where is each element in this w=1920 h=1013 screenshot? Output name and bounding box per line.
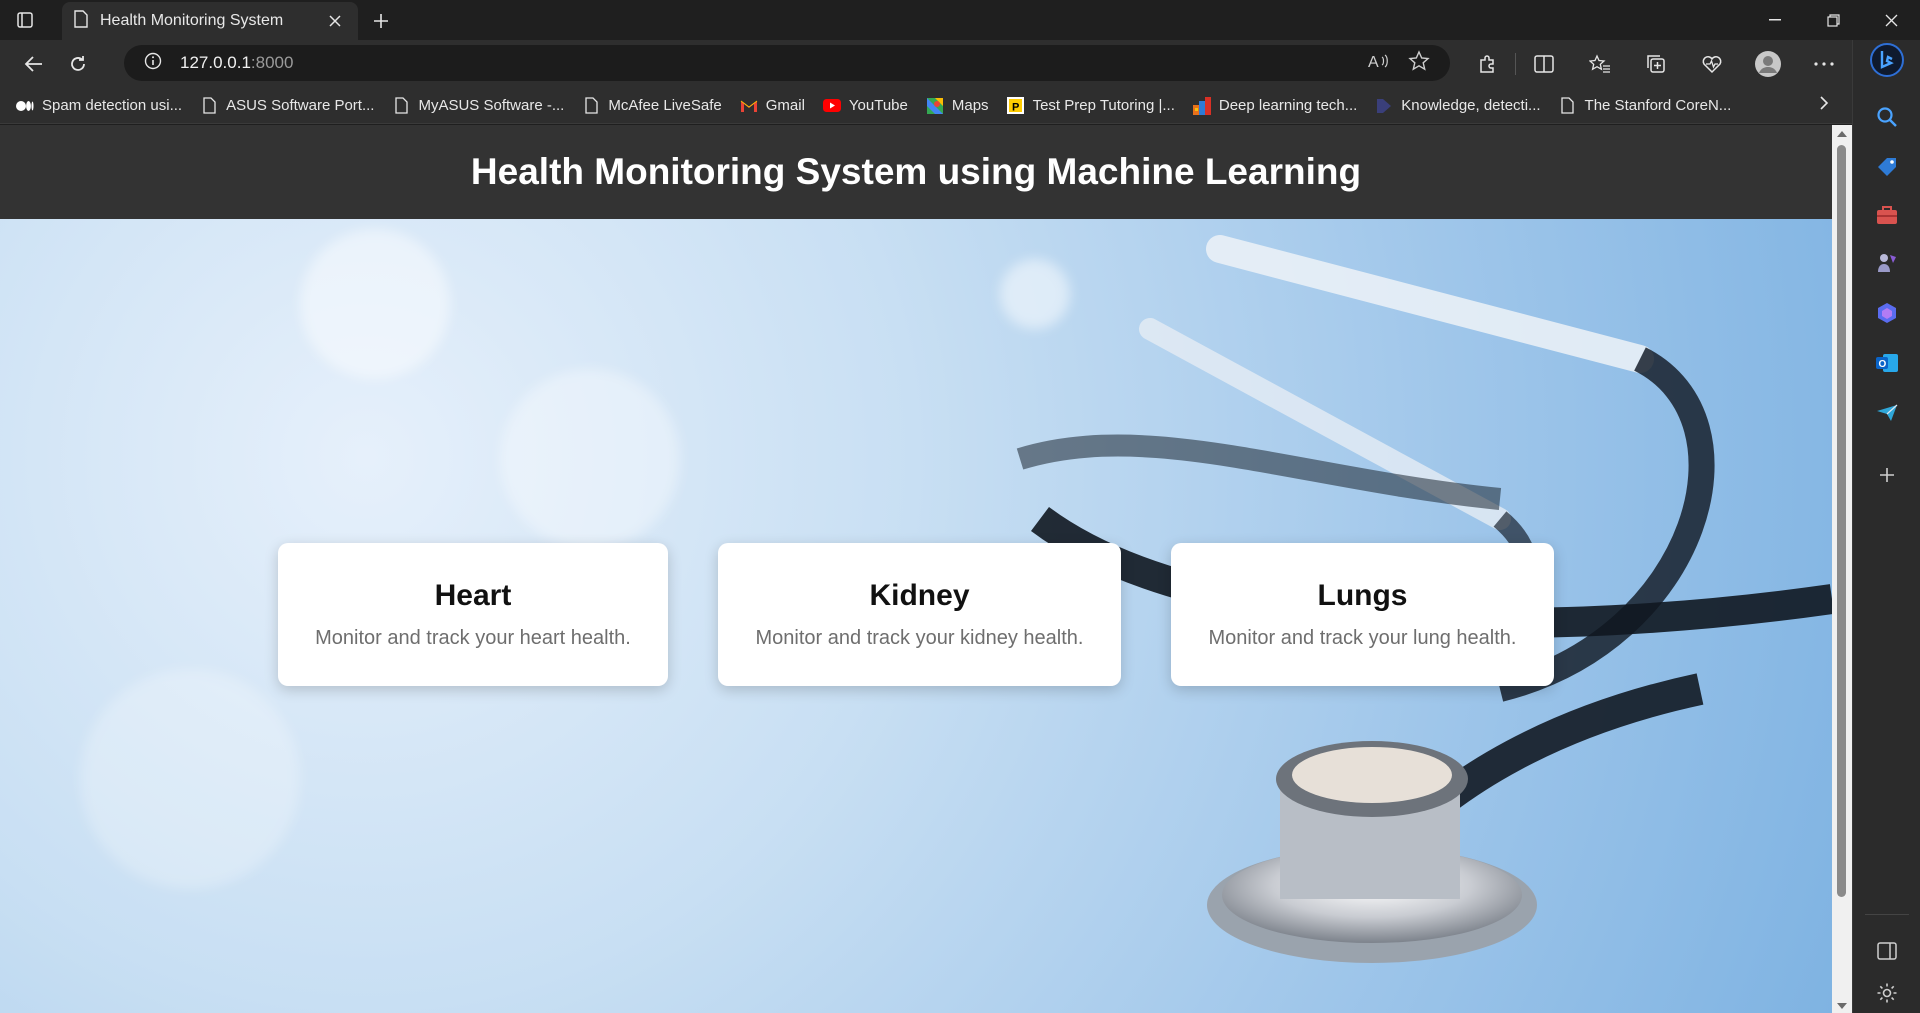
- browser-window: Health Monitoring System 127.0.0.1:8000: [0, 0, 1920, 1013]
- bookmark-label: MyASUS Software -...: [418, 97, 565, 114]
- svg-text:A: A: [1368, 54, 1379, 70]
- bookmark-label: Gmail: [765, 97, 805, 114]
- page-icon: [582, 97, 600, 115]
- bookmark-label: Knowledge, detecti...: [1401, 97, 1541, 114]
- card-kidney[interactable]: Kidney Monitor and track your kidney hea…: [718, 543, 1121, 686]
- bookmark-label: The Stanford CoreN...: [1584, 97, 1732, 114]
- tab-actions-icon[interactable]: [0, 0, 50, 40]
- maps-icon: [926, 97, 944, 115]
- page-icon: [200, 97, 218, 115]
- url-host: 127.0.0.1: [180, 53, 251, 72]
- scroll-up-arrow-icon[interactable]: [1837, 131, 1847, 137]
- minimize-button[interactable]: [1746, 0, 1804, 40]
- games-icon[interactable]: [1870, 246, 1904, 280]
- toolbar: 127.0.0.1:8000 A: [0, 40, 1852, 88]
- tools-briefcase-icon[interactable]: [1870, 198, 1904, 232]
- more-options-icon[interactable]: [1796, 44, 1852, 84]
- bookmark-item[interactable]: Deep learning tech...: [1192, 96, 1358, 115]
- favorites-icon[interactable]: [1572, 44, 1628, 84]
- bing-copilot-icon[interactable]: [1867, 40, 1907, 80]
- hide-sidebar-icon[interactable]: [1870, 934, 1904, 968]
- vertical-scrollbar[interactable]: [1832, 125, 1852, 1013]
- scroll-down-arrow-icon[interactable]: [1837, 1003, 1847, 1009]
- scrollbar-thumb[interactable]: [1837, 145, 1846, 897]
- bookmarks-bar: Spam detection usi... ASUS Software Port…: [0, 88, 1852, 124]
- card-heart[interactable]: Heart Monitor and track your heart healt…: [278, 543, 668, 686]
- site-header: Health Monitoring System using Machine L…: [0, 125, 1832, 219]
- profile-avatar[interactable]: [1740, 44, 1796, 84]
- bookmark-item[interactable]: YouTube: [822, 97, 908, 115]
- prep-icon: P: [1007, 97, 1025, 115]
- info-icon[interactable]: [144, 52, 162, 75]
- bookmark-item[interactable]: McAfee LiveSafe: [582, 97, 722, 115]
- bookmark-item[interactable]: Maps: [926, 97, 989, 115]
- svg-text:P: P: [1012, 102, 1019, 114]
- sidebar-divider: [1865, 914, 1909, 915]
- page-title: Health Monitoring System using Machine L…: [470, 151, 1362, 192]
- bookmark-label: ASUS Software Port...: [226, 97, 375, 114]
- extensions-icon[interactable]: [1459, 44, 1515, 84]
- restore-button[interactable]: [1804, 0, 1862, 40]
- card-description: Monitor and track your lung health.: [1208, 627, 1517, 649]
- bookmark-item[interactable]: ASUS Software Port...: [200, 97, 374, 115]
- split-screen-icon[interactable]: [1516, 44, 1572, 84]
- bookmark-label: Maps: [951, 97, 989, 114]
- search-icon[interactable]: [1870, 100, 1904, 134]
- browser-essentials-icon[interactable]: [1684, 44, 1740, 84]
- bookmark-label: Test Prep Tutoring |...: [1032, 97, 1175, 114]
- copilot-icon[interactable]: [1870, 296, 1904, 330]
- medium-icon: [16, 97, 34, 115]
- page-icon: [74, 9, 88, 33]
- add-icon[interactable]: [1870, 458, 1904, 492]
- read-aloud-icon[interactable]: A: [1368, 52, 1390, 75]
- page-icon: [392, 97, 410, 115]
- outlook-icon[interactable]: O: [1870, 346, 1904, 380]
- card-lungs[interactable]: Lungs Monitor and track your lung health…: [1171, 543, 1554, 686]
- url-port: :8000: [250, 53, 294, 72]
- bookmark-item[interactable]: Knowledge, detecti...: [1375, 97, 1541, 115]
- shield-icon: [1375, 97, 1393, 115]
- page-icon: [1559, 97, 1577, 115]
- svg-text:O: O: [1879, 359, 1887, 370]
- bookmark-item[interactable]: The Stanford CoreN...: [1559, 97, 1732, 115]
- new-tab-button[interactable]: [366, 6, 396, 36]
- card-title: Heart: [434, 579, 512, 612]
- card-description: Monitor and track your heart health.: [315, 627, 631, 649]
- gmail-icon: [740, 97, 758, 115]
- collections-icon[interactable]: [1628, 44, 1684, 84]
- card-title: Kidney: [869, 579, 970, 612]
- refresh-button[interactable]: [56, 44, 100, 84]
- chevron-right-icon[interactable]: [1818, 94, 1830, 117]
- bookmark-label: Deep learning tech...: [1218, 97, 1358, 114]
- youtube-icon: [822, 97, 841, 115]
- tab-close-icon[interactable]: [324, 10, 346, 32]
- send-drop-icon[interactable]: [1870, 396, 1904, 430]
- shopping-tag-icon[interactable]: [1870, 150, 1904, 184]
- card-title: Lungs: [1317, 579, 1408, 612]
- close-window-button[interactable]: [1862, 0, 1920, 40]
- favorite-star-icon[interactable]: [1408, 49, 1430, 77]
- bookmark-item[interactable]: P Test Prep Tutoring |...: [1007, 97, 1175, 115]
- address-bar[interactable]: 127.0.0.1:8000 A: [124, 45, 1450, 81]
- bookmark-item[interactable]: Gmail: [740, 97, 805, 115]
- card-description: Monitor and track your kidney health.: [755, 627, 1084, 649]
- back-button[interactable]: [12, 44, 56, 84]
- bookmark-label: Spam detection usi...: [42, 97, 183, 114]
- bookmark-label: McAfee LiveSafe: [608, 97, 722, 114]
- hero-background: Heart Monitor and track your heart healt…: [0, 219, 1832, 1013]
- tab-active[interactable]: Health Monitoring System: [62, 2, 358, 40]
- settings-gear-icon[interactable]: [1870, 976, 1904, 1010]
- cards-row: Heart Monitor and track your heart healt…: [0, 543, 1832, 686]
- edge-sidebar: O: [1852, 40, 1920, 1013]
- colorful-icon: [1192, 96, 1211, 115]
- page-viewport: Health Monitoring System using Machine L…: [0, 125, 1852, 1013]
- tab-title: Health Monitoring System: [100, 12, 284, 29]
- tab-strip: Health Monitoring System: [0, 0, 1920, 40]
- bookmark-label: YouTube: [848, 97, 908, 114]
- bookmark-item[interactable]: Spam detection usi...: [16, 97, 182, 115]
- bookmark-item[interactable]: MyASUS Software -...: [392, 97, 564, 115]
